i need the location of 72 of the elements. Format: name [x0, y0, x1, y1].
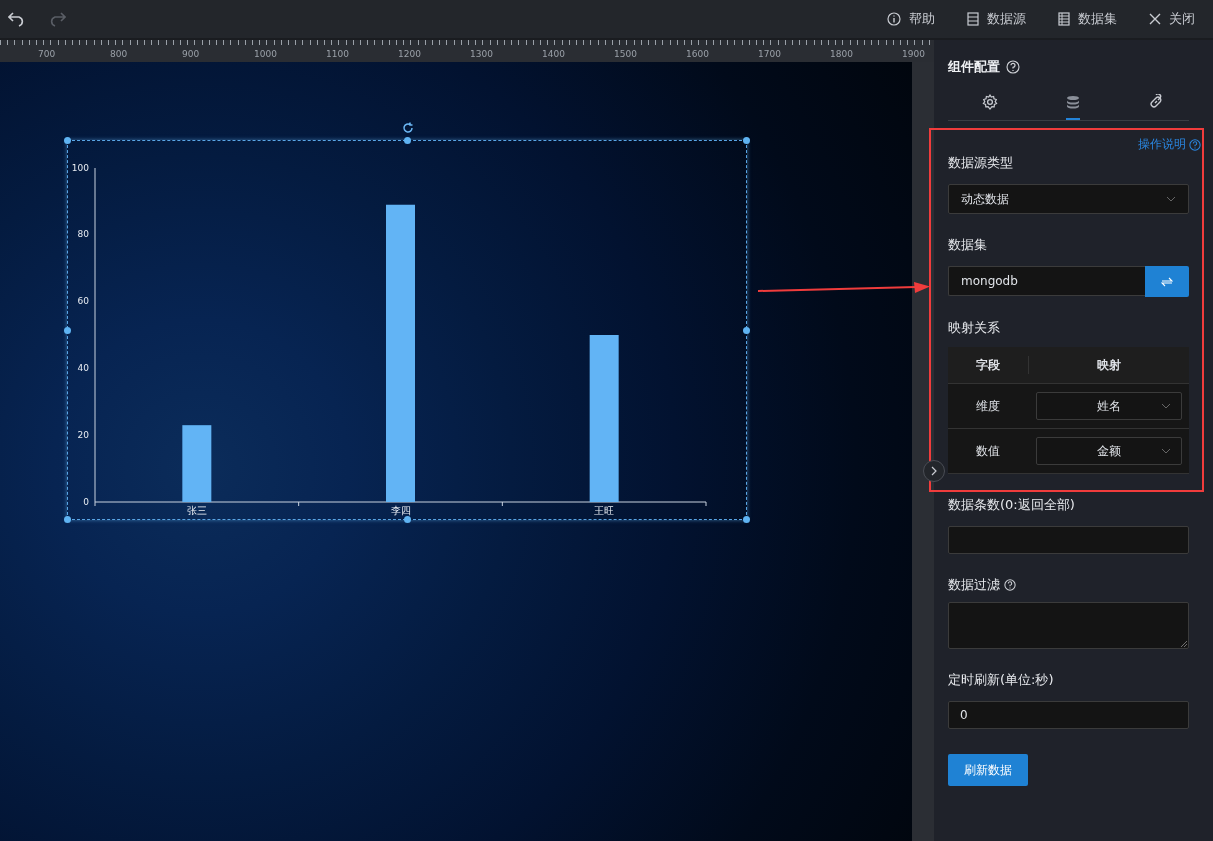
y-tick-label: 20 [77, 429, 89, 440]
y-tick-label: 40 [77, 362, 89, 373]
toolbar-button[interactable]: 关闭 [1145, 10, 1199, 28]
resize-handle[interactable] [743, 137, 750, 144]
toolbar-button[interactable]: 数据集 [1054, 10, 1121, 28]
close-icon [1149, 13, 1161, 25]
input-field[interactable] [948, 526, 1189, 554]
x-category-label: 张三 [186, 505, 207, 516]
y-tick-label: 80 [77, 229, 89, 240]
field-label: 定时刷新(单位:秒) [948, 671, 1054, 689]
table-icon [1058, 12, 1070, 26]
toolbar-button[interactable]: 帮助 [883, 10, 939, 28]
y-tick-label: 0 [83, 496, 89, 507]
link-icon [1148, 94, 1164, 110]
selection-frame[interactable]: 0 20 40 60 80 100 张三 李四 王旺 [67, 140, 747, 520]
x-category-label: 李四 [390, 505, 411, 516]
document-icon [967, 12, 979, 26]
resize-handle[interactable] [743, 516, 750, 523]
field-label: 数据集 [948, 236, 988, 254]
y-tick-label: 100 [71, 162, 89, 173]
chevron-down-icon [1166, 196, 1176, 202]
chevron-right-icon [930, 466, 938, 476]
select-field[interactable]: 姓名 [1036, 392, 1182, 420]
help-icon [1189, 138, 1201, 151]
ruler-label: 1900 [901, 48, 926, 61]
help-icon[interactable] [1006, 60, 1020, 74]
resize-grip-icon[interactable] [1181, 641, 1187, 647]
swap-icon [1161, 276, 1173, 287]
panel-title: 组件配置 [948, 58, 1000, 76]
ruler-label: 1100 [325, 48, 350, 61]
resize-handle[interactable] [64, 327, 71, 334]
ruler-label: 1800 [829, 48, 854, 61]
ruler-label: 1400 [541, 48, 566, 61]
ruler-label: 1700 [757, 48, 782, 61]
field-label: 映射关系 [948, 319, 1001, 337]
x-category-label: 王旺 [594, 505, 615, 516]
y-tick-label: 60 [77, 296, 89, 307]
ruler-label: 1600 [685, 48, 710, 61]
help-icon[interactable] [1004, 579, 1016, 591]
ruler-label: 1500 [613, 48, 638, 61]
resize-handle[interactable] [404, 137, 411, 144]
database-icon [1066, 95, 1080, 109]
field-label: 数据源类型 [948, 154, 1014, 172]
field-label: 数据过滤 [948, 576, 1000, 594]
input-field[interactable]: 0 [948, 701, 1189, 729]
chevron-down-icon [1161, 448, 1171, 454]
select-field[interactable]: 动态数据 [948, 184, 1189, 214]
resize-handle[interactable] [64, 137, 71, 144]
undo-icon[interactable] [8, 11, 26, 27]
resize-handle[interactable] [404, 516, 411, 523]
input-field[interactable]: mongodb [948, 266, 1145, 296]
column-header: 字段 [948, 356, 1029, 374]
ruler-label: 1300 [469, 48, 494, 61]
ruler-label: 900 [181, 48, 201, 61]
ruler-label: 700 [37, 48, 57, 61]
table-cell-text: 维度 [975, 397, 1001, 415]
chevron-down-icon [1161, 403, 1171, 409]
toolbar-button[interactable]: 数据源 [963, 10, 1030, 28]
rotate-icon[interactable] [402, 122, 414, 134]
help-link[interactable]: 操作说明 [1138, 136, 1201, 153]
settings-icon [982, 94, 998, 110]
refresh-button[interactable]: 刷新数据 [948, 754, 1028, 786]
resize-handle[interactable] [64, 516, 71, 523]
resize-handle[interactable] [743, 327, 750, 334]
table-cell-text: 数值 [975, 442, 1001, 460]
info-icon [887, 12, 901, 26]
ruler-label: 1000 [253, 48, 278, 61]
ruler-label: 1200 [397, 48, 422, 61]
ruler-label: 800 [109, 48, 129, 61]
field-label: 数据条数(0:返回全部) [948, 496, 1075, 514]
select-field[interactable]: 金额 [1036, 437, 1182, 465]
column-header: 映射 [1096, 356, 1122, 374]
